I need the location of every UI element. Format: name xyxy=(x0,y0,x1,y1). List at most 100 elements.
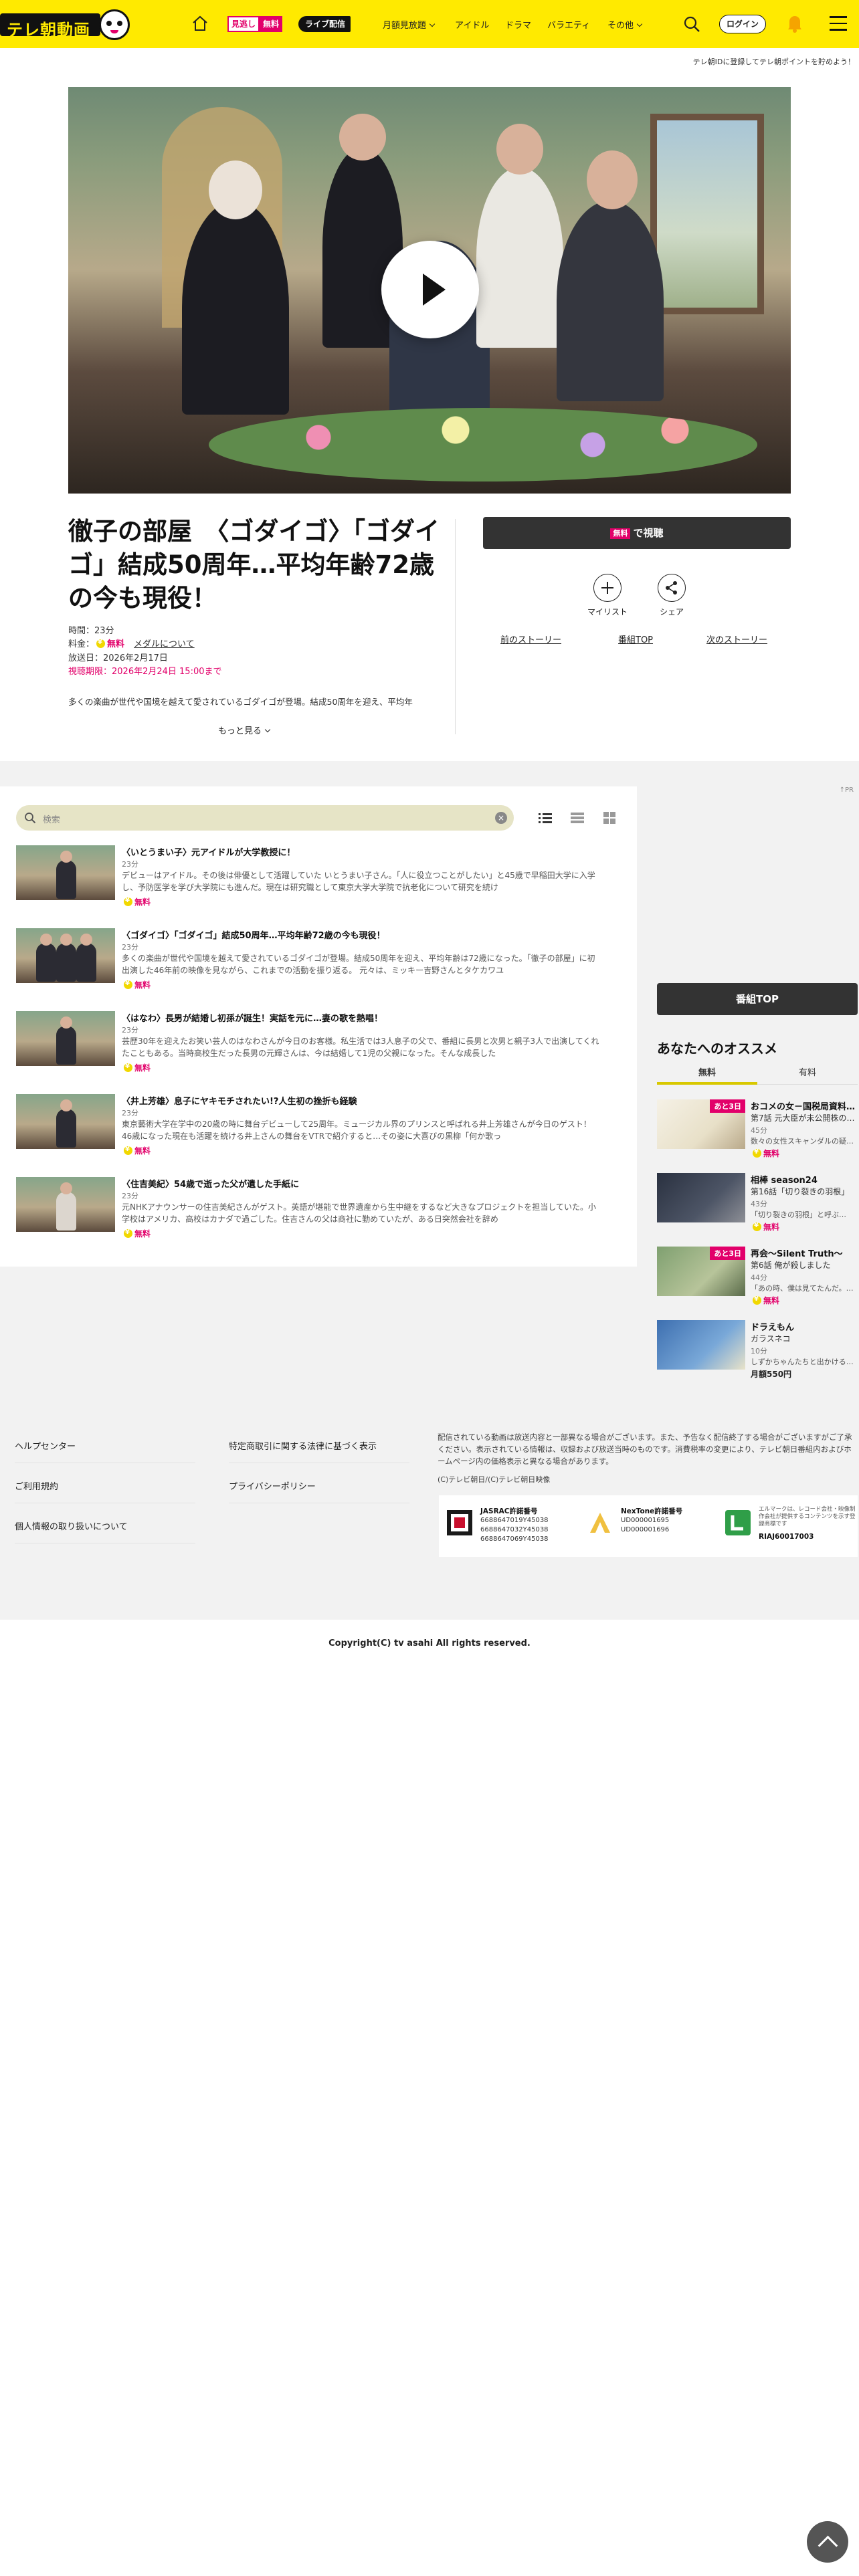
episode-duration: 時間：23分 xyxy=(68,626,114,636)
nextone-title: NexTone許諾番号 xyxy=(621,1507,683,1515)
tab-paid[interactable]: 有料 xyxy=(757,1065,858,1085)
episode-list-item[interactable]: 〈はなわ〉長男が結婚し初孫が誕生！実話を元に…妻の歌を熱唱！ 23分 芸歴30年… xyxy=(16,1011,618,1078)
register-banner[interactable]: テレ朝IDに登録してテレ朝ポイントを貯めよう！ xyxy=(693,56,855,67)
nav-monthly[interactable]: 月額見放題 xyxy=(383,18,436,31)
guest-head xyxy=(496,124,543,175)
guest-head xyxy=(587,150,638,209)
list-view-icon[interactable] xyxy=(538,811,553,825)
thumb-figure xyxy=(36,934,56,982)
home-icon[interactable] xyxy=(191,15,209,32)
episode-description: 多くの楽曲が世代や国境を越えて愛されているゴダイゴが登場。結成50周年を迎え、平… xyxy=(68,697,413,707)
episode-item-duration: 23分 xyxy=(122,860,138,869)
detail-view-icon[interactable] xyxy=(570,811,585,825)
episode-list-item[interactable]: 〈住吉美紀〉54歳で逝った父が遺した手紙に 23分 元NHKアナウンサーの住吉美… xyxy=(16,1177,618,1244)
nextone-number: UD000001695 xyxy=(621,1517,670,1524)
jasrac-number: 6688647032Y45038 xyxy=(480,1526,549,1533)
recommend-thumbnail xyxy=(657,1173,745,1222)
nav-monthly-label: 月額見放題 xyxy=(383,21,427,31)
thumb-figure xyxy=(56,934,76,982)
license-box: JASRAC許諾番号 6688647019Y45038 6688647032Y4… xyxy=(439,1495,858,1557)
share-button[interactable]: シェア xyxy=(645,574,698,617)
episode-item-duration: 23分 xyxy=(122,1026,138,1035)
search-icon xyxy=(25,813,36,824)
mylist-button[interactable]: マイリスト xyxy=(581,574,634,617)
site-logo[interactable]: テレ朝動画 xyxy=(0,9,134,40)
episode-item-title: 〈住吉美紀〉54歳で逝った父が遺した手紙に xyxy=(122,1180,300,1190)
episode-item-title: 〈はなわ〉長男が結婚し初孫が誕生！実話を元に…妻の歌を熱唱！ xyxy=(122,1014,383,1024)
medal-link[interactable]: メダルについて xyxy=(134,639,195,649)
episode-thumbnail xyxy=(16,1094,115,1149)
episode-item-duration: 23分 xyxy=(122,943,138,952)
set-window xyxy=(650,114,764,314)
nav-others[interactable]: その他 xyxy=(607,18,643,31)
recommend-thumbnail: あと3日 xyxy=(657,1247,745,1296)
menu-icon[interactable] xyxy=(830,16,847,31)
watch-button[interactable]: 無料 で視聴 xyxy=(483,517,791,549)
tab-free[interactable]: 無料 xyxy=(657,1065,757,1085)
recommend-item[interactable]: あと3日 再会～Silent Truth～ 第6話 俺が殺しました 44分 「あ… xyxy=(657,1247,858,1308)
coin-icon xyxy=(753,1222,761,1231)
days-left-badge: あと3日 xyxy=(710,1099,745,1113)
guest-head xyxy=(339,114,386,160)
recommend-item[interactable]: 相棒 season24 第16話「切り裂きの羽根」 43分 「切り裂きの羽根」と… xyxy=(657,1173,858,1235)
program-top-link[interactable]: 番組TOP xyxy=(618,633,653,645)
footer-link-help[interactable]: ヘルプセンター xyxy=(15,1439,195,1463)
next-story-link[interactable]: 次のストーリー xyxy=(706,633,767,645)
episode-item-summary: 多くの楽曲が世代や国境を越えて愛されているゴダイゴが登場。結成50周年を迎え、平… xyxy=(122,954,595,975)
episode-list-item[interactable]: 〈いとうまい子〉元アイドルが大学教授に！ 23分 デビューはアイドル。その後は俳… xyxy=(16,845,618,912)
episode-list-item[interactable]: 〈ゴダイゴ〉「ゴダイゴ」結成50周年…平均年齢72歳の今も現役！ 23分 多くの… xyxy=(16,928,618,995)
footer-link-tokusho[interactable]: 特定商取引に関する法律に基づく表示 xyxy=(229,1439,409,1463)
recommend-title: 相棒 season24 xyxy=(751,1176,818,1186)
ad-mark: ↑PR xyxy=(839,786,854,794)
plus-icon xyxy=(593,574,622,602)
video-player[interactable] xyxy=(68,87,791,494)
nav-variety[interactable]: バラエティ xyxy=(547,18,590,31)
nav-live[interactable]: ライブ配信 xyxy=(298,16,351,32)
footer-link-personal-info[interactable]: 個人情報の取り扱いについて xyxy=(15,1519,195,1543)
recommend-item[interactable]: ドラえもん ガラスネコ 10分 しずかちゃんたちと出かける… 月額550円 xyxy=(657,1320,858,1382)
recommend-title: おコメの女－国税局資料… xyxy=(751,1102,856,1112)
bell-icon[interactable] xyxy=(786,13,803,33)
recommend-price: 無料 xyxy=(751,1221,779,1232)
nav-idol[interactable]: アイドル xyxy=(455,18,489,31)
coin-icon xyxy=(124,1228,132,1238)
episode-thumbnail xyxy=(16,928,115,983)
thumb-figure xyxy=(76,934,96,982)
login-button[interactable]: ログイン xyxy=(719,15,766,33)
episode-item-duration: 23分 xyxy=(122,1192,138,1200)
nav-mikanshi-free[interactable]: 見逃し 無料 xyxy=(227,16,283,32)
free-label: 無料 xyxy=(134,1146,151,1156)
episode-thumbnail xyxy=(16,1011,115,1066)
program-top-button[interactable]: 番組TOP xyxy=(657,983,858,1015)
jasrac-number: 6688647019Y45038 xyxy=(480,1517,549,1524)
riaj-text: エルマークは、レコード会社・映像制作会社が提供するコンテンツを示す登録商標です xyxy=(759,1506,856,1527)
footer-link-terms[interactable]: ご利用規約 xyxy=(15,1479,195,1503)
coin-icon xyxy=(753,1148,761,1158)
recommend-thumbnail: あと3日 xyxy=(657,1099,745,1149)
episode-title: 徹子の部屋 〈ゴダイゴ〉「ゴダイゴ」結成50周年…平均年齢72歳の今も現役！ xyxy=(68,517,440,613)
clear-search-button[interactable]: × xyxy=(495,812,507,824)
chevron-down-icon xyxy=(636,21,643,27)
recommend-duration: 10分 xyxy=(751,1347,767,1356)
header-bar: テレ朝動画 見逃し 無料 ライブ配信 月額見放題 アイドル ドラマ バラエティ そ… xyxy=(0,0,859,48)
episode-item-duration: 23分 xyxy=(122,1109,138,1117)
nav-drama[interactable]: ドラマ xyxy=(505,18,531,31)
search-icon[interactable] xyxy=(682,15,701,33)
episode-list-item[interactable]: 〈井上芳雄〉息子にヤキモチされたい!?人生初の挫折も経験 23分 東京藝術大学在… xyxy=(16,1094,618,1161)
recommend-price: 月額550円 xyxy=(751,1370,792,1379)
back-to-top-button[interactable] xyxy=(807,2521,848,2563)
share-label: シェア xyxy=(659,607,684,617)
flower-arrangement xyxy=(209,408,757,481)
menu-bar xyxy=(830,16,847,18)
episode-search-input[interactable]: 検索 × xyxy=(16,805,514,831)
grid-view-icon[interactable] xyxy=(602,811,617,825)
prev-story-link[interactable]: 前のストーリー xyxy=(500,633,561,645)
footer-link-privacy[interactable]: プライバシーポリシー xyxy=(229,1479,409,1503)
show-more-button[interactable]: もっと見る xyxy=(218,724,271,736)
recommend-item[interactable]: あと3日 おコメの女－国税局資料… 第7話 元大臣が未公開株の… 45分 数々の… xyxy=(657,1099,858,1161)
watch-label: で視聴 xyxy=(633,527,664,539)
recommend-desc: 「切り裂きの羽根」と呼ぶ… xyxy=(751,1210,846,1219)
play-button[interactable] xyxy=(381,241,479,338)
jasrac-license: JASRAC許諾番号 6688647019Y45038 6688647032Y4… xyxy=(439,1506,573,1547)
share-glyph xyxy=(666,581,677,595)
